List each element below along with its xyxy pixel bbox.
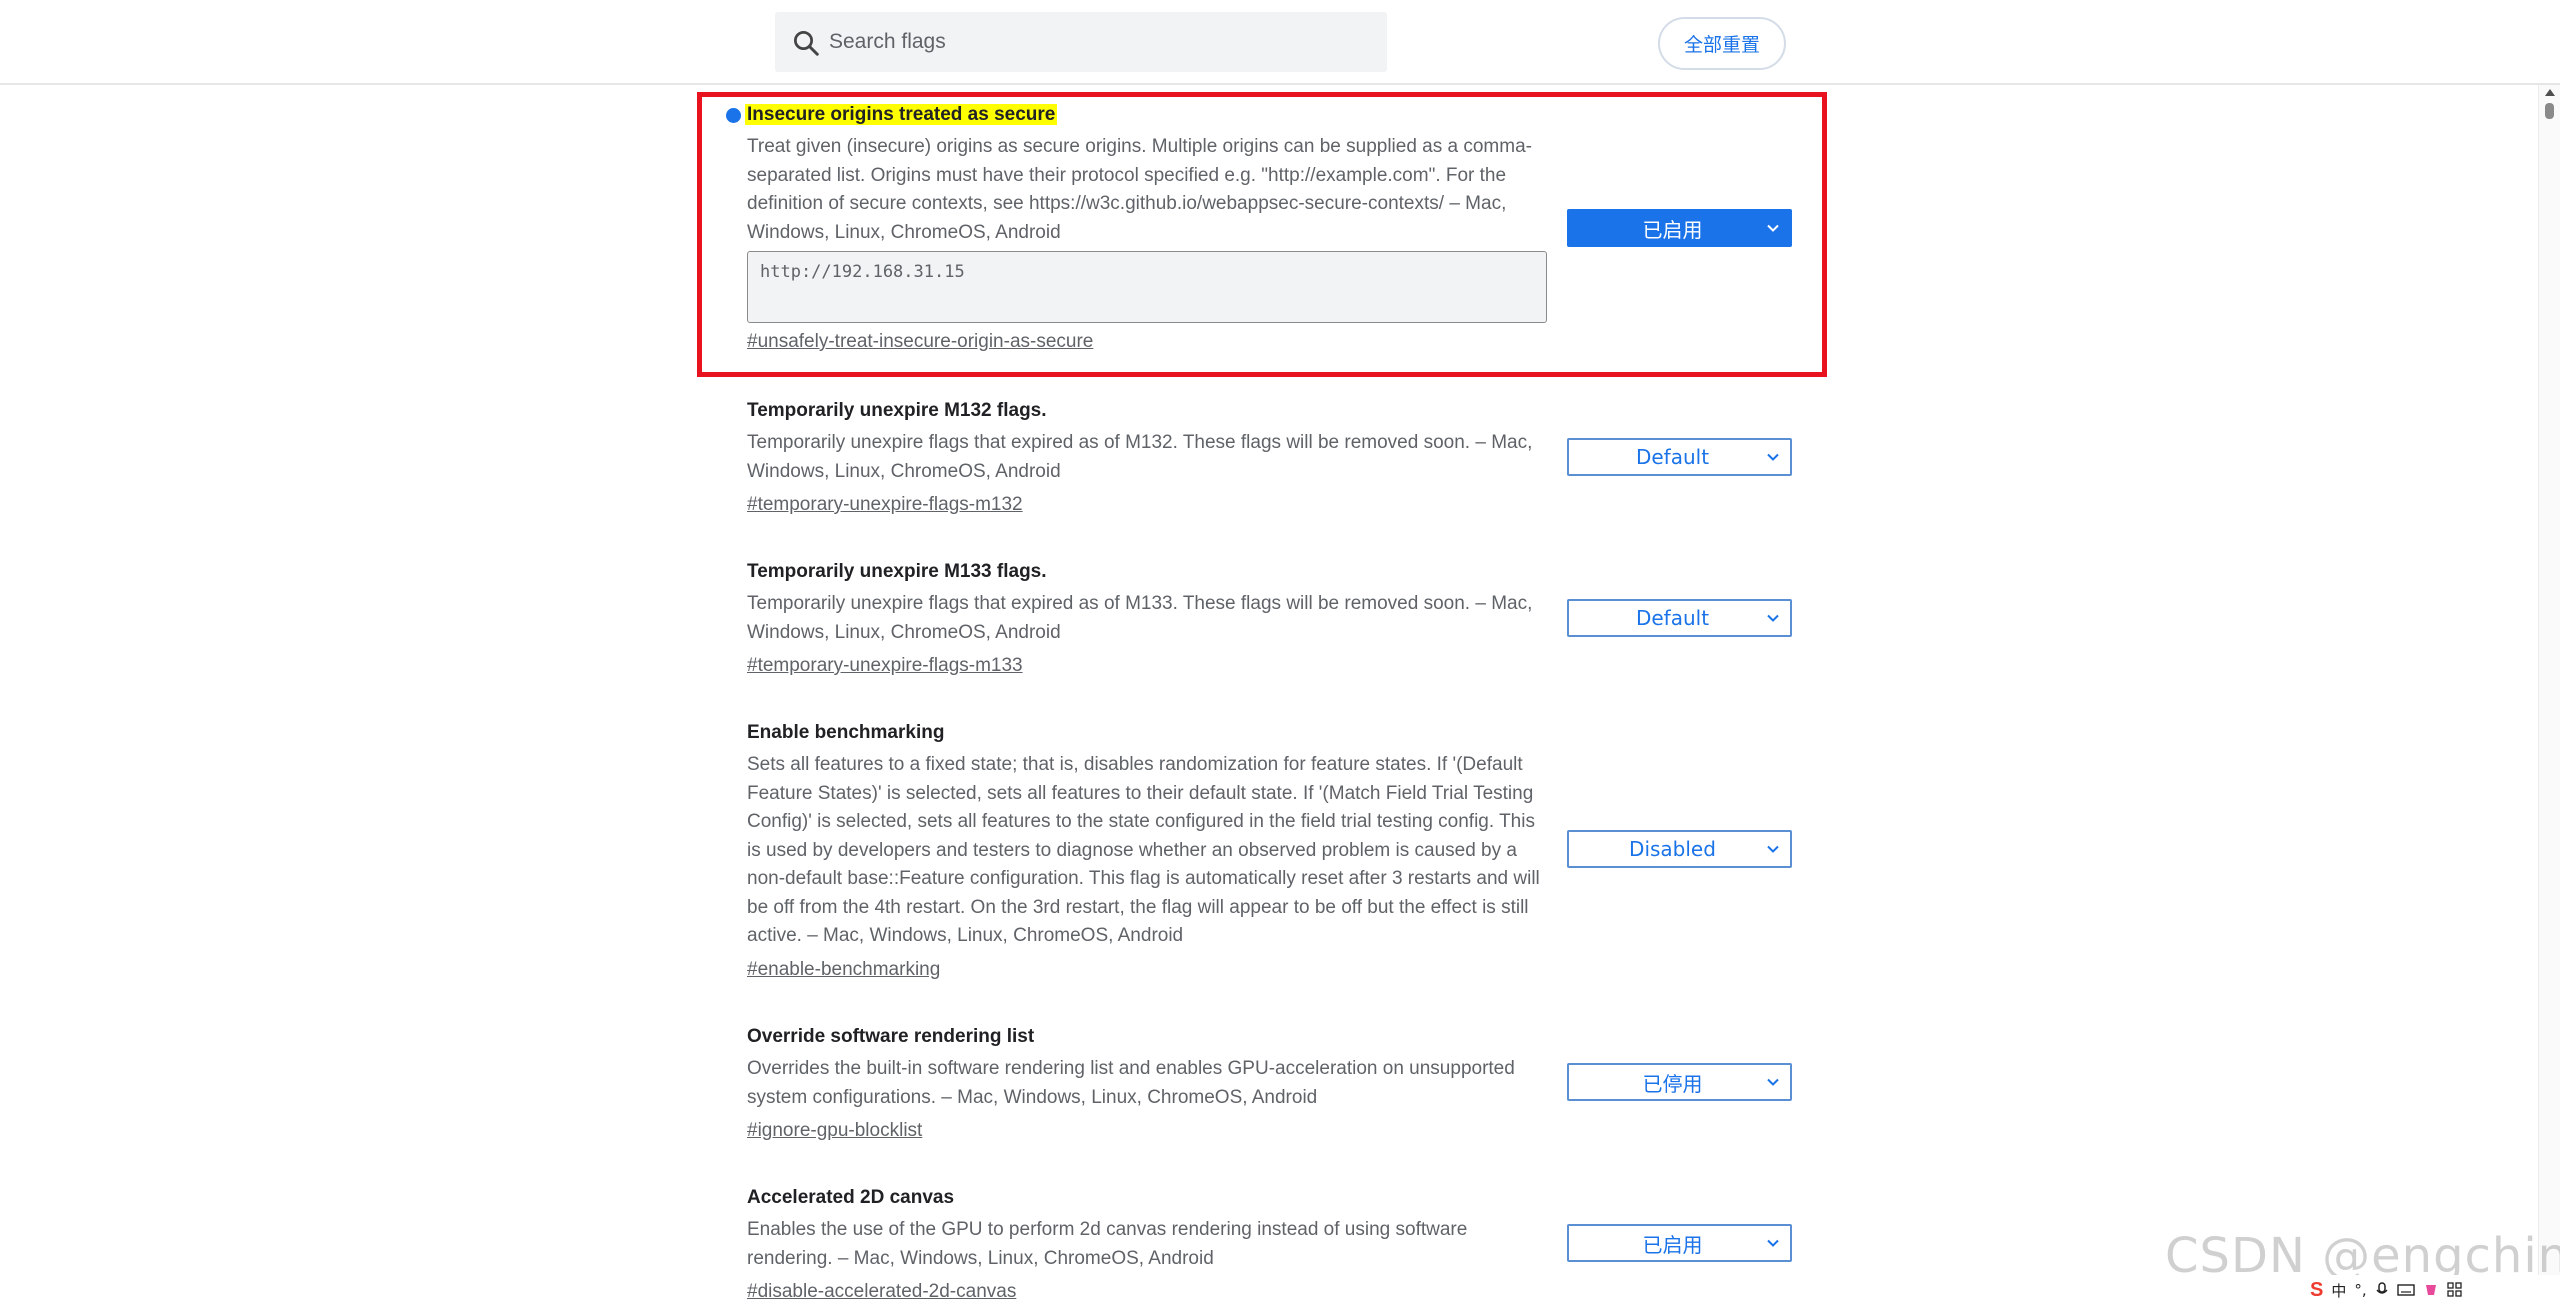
chevron-down-icon	[1767, 1239, 1779, 1247]
sogou-ime-icon[interactable]: S	[2310, 1279, 2323, 1302]
experiment-link[interactable]: #temporary-unexpire-flags-m132	[747, 492, 1023, 518]
keyboard-icon[interactable]	[2396, 1283, 2415, 1297]
search-input[interactable]	[829, 12, 1369, 72]
ime-punctuation-label[interactable]: °,	[2354, 1281, 2366, 1299]
experiment-description: Temporarily unexpire flags that expired …	[747, 593, 1533, 643]
experiment-enable-benchmarking: Enable benchmarking Sets all features to…	[747, 719, 1792, 983]
experiment-title: Temporarily unexpire M133 flags.	[747, 561, 1047, 582]
search-icon	[794, 31, 819, 56]
experiment-title-text: Insecure origins treated as secure	[745, 104, 1058, 125]
experiment-state-select[interactable]: 已启用	[1567, 209, 1792, 247]
select-value: Default	[1635, 606, 1710, 630]
select-value: 已启用	[1642, 1232, 1703, 1257]
experiment-link[interactable]: #ignore-gpu-blocklist	[747, 1118, 922, 1144]
experiment-link[interactable]: #unsafely-treat-insecure-origin-as-secur…	[747, 329, 1093, 355]
experiment-state-select[interactable]: Disabled	[1567, 830, 1792, 868]
experiment-link[interactable]: #temporary-unexpire-flags-m133	[747, 653, 1023, 679]
experiment-link[interactable]: #disable-accelerated-2d-canvas	[747, 1279, 1016, 1305]
experiment-unexpire-m132: Temporarily unexpire M132 flags. Tempora…	[747, 397, 1792, 518]
experiment-accelerated-2d-canvas: Accelerated 2D canvas Enables the use of…	[747, 1184, 1792, 1305]
microphone-icon[interactable]	[2375, 1282, 2389, 1298]
experiment-title: Override software rendering list	[747, 1026, 1035, 1047]
flags-header: 全部重置	[0, 0, 2560, 85]
experiment-state-select[interactable]: 已启用	[1567, 1224, 1792, 1262]
ime-tray[interactable]: S 中 °,	[2300, 1275, 2560, 1305]
experiment-state-select[interactable]: Default	[1567, 438, 1792, 476]
modified-indicator-dot	[726, 108, 741, 123]
experiment-title: Insecure origins treated as secure	[745, 101, 1792, 129]
chevron-down-icon	[1767, 224, 1779, 232]
experiment-title: Accelerated 2D canvas	[747, 1187, 955, 1208]
experiment-description: Temporarily unexpire flags that expired …	[747, 432, 1533, 482]
scroll-thumb[interactable]	[2545, 103, 2554, 119]
experiment-insecure-origins: Insecure origins treated as secure Treat…	[726, 101, 1792, 355]
select-value: Default	[1635, 445, 1710, 469]
ime-mode-label[interactable]: 中	[2331, 1280, 2346, 1301]
search-box[interactable]	[775, 12, 1387, 72]
chevron-down-icon	[1767, 1078, 1779, 1086]
chevron-down-icon	[1767, 453, 1779, 461]
select-value: 已启用	[1642, 217, 1703, 242]
experiment-description: Treat given (insecure) origins as secure…	[747, 136, 1532, 243]
select-value: Disabled	[1629, 837, 1716, 861]
chevron-down-icon	[1767, 614, 1779, 622]
experiment-link[interactable]: #enable-benchmarking	[747, 957, 940, 983]
experiment-description: Sets all features to a fixed state; that…	[747, 754, 1540, 946]
reset-all-button[interactable]: 全部重置	[1658, 17, 1786, 70]
scroll-up-arrow-icon[interactable]	[2545, 89, 2555, 96]
experiment-description: Enables the use of the GPU to perform 2d…	[747, 1219, 1468, 1269]
toolbox-grid-icon[interactable]	[2446, 1282, 2463, 1298]
origin-list-textarea[interactable]: http://192.168.31.15	[747, 251, 1547, 323]
experiment-title: Enable benchmarking	[747, 722, 945, 743]
experiment-ignore-gpu-blocklist: Override software rendering list Overrid…	[747, 1023, 1792, 1144]
experiment-title: Temporarily unexpire M132 flags.	[747, 400, 1047, 421]
experiment-unexpire-m133: Temporarily unexpire M133 flags. Tempora…	[747, 558, 1792, 679]
vertical-scrollbar[interactable]	[2538, 85, 2560, 1305]
skin-icon[interactable]	[2423, 1282, 2439, 1298]
select-value: 已停用	[1642, 1071, 1703, 1096]
chevron-down-icon	[1767, 845, 1779, 853]
experiment-state-select[interactable]: Default	[1567, 599, 1792, 637]
experiment-state-select[interactable]: 已停用	[1567, 1063, 1792, 1101]
experiment-description: Overrides the built-in software renderin…	[747, 1058, 1515, 1108]
